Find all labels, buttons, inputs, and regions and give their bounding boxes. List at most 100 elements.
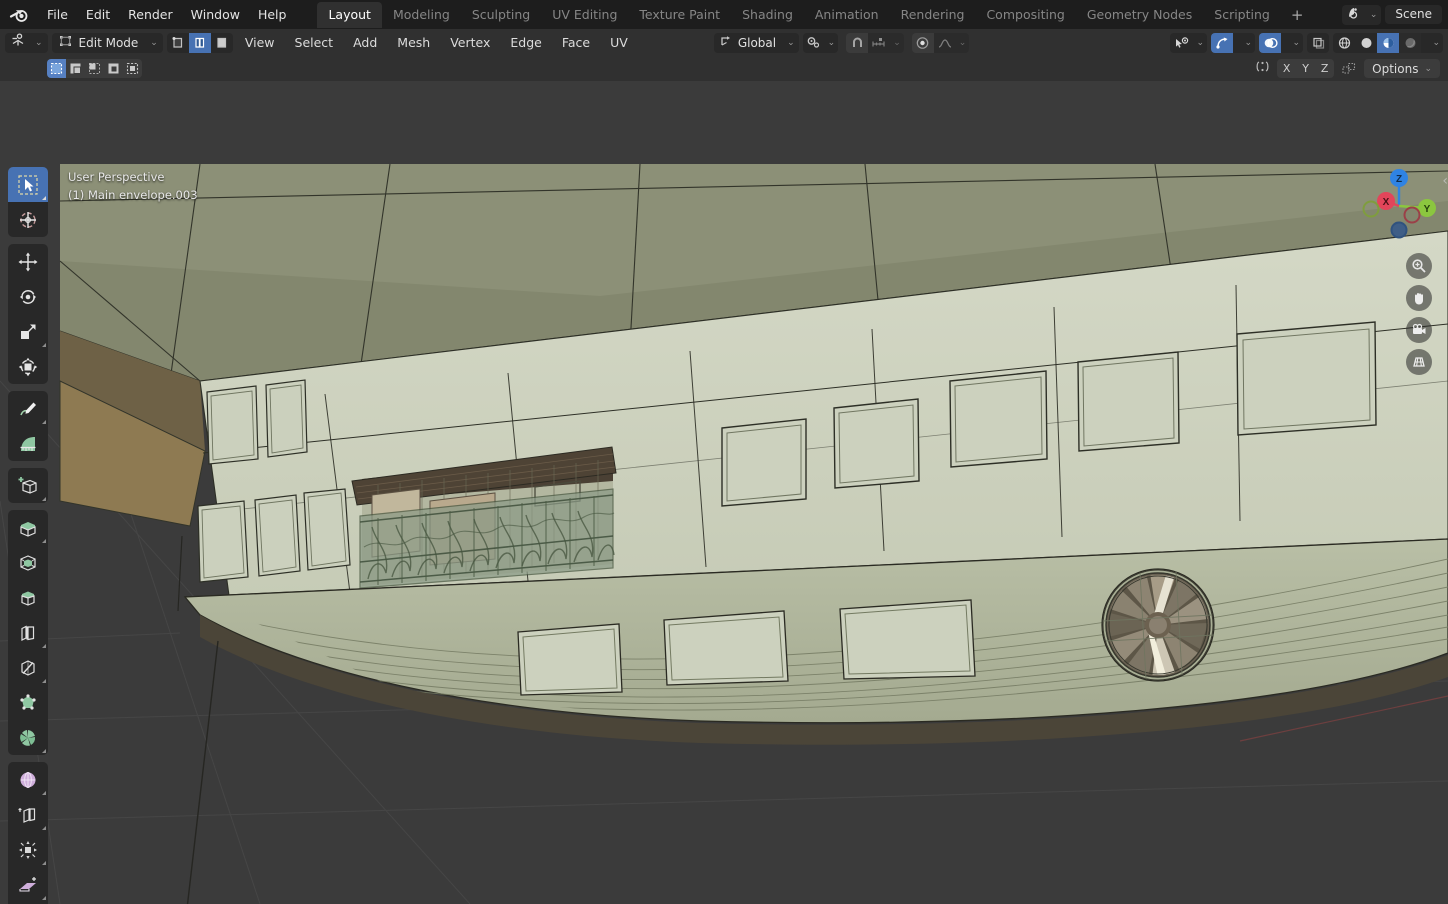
proportional-falloff-selector[interactable]: ⌄	[933, 32, 970, 53]
tool-move[interactable]	[8, 244, 48, 279]
menu-add[interactable]: Add	[345, 32, 385, 53]
snap-target-selector[interactable]: ⌄	[868, 32, 904, 53]
edge-select-mode-button[interactable]	[188, 32, 211, 53]
tool-measure[interactable]	[8, 426, 48, 461]
shading-rendered-button[interactable]	[1399, 32, 1421, 53]
tab-sculpting[interactable]: Sculpting	[461, 2, 541, 28]
tool-loop-cut[interactable]	[8, 615, 48, 650]
sidebar-toggle-icon[interactable]: ‹	[1442, 173, 1448, 189]
tool-cursor[interactable]	[8, 202, 48, 237]
move-view-button[interactable]	[1406, 285, 1432, 311]
proportional-editing-toggle[interactable]	[911, 32, 934, 53]
camera-view-button[interactable]	[1406, 317, 1432, 343]
shading-solid-button[interactable]	[1355, 32, 1377, 53]
pivot-point-selector[interactable]: ⌄	[802, 32, 839, 53]
chevron-down-icon: ⌄	[1369, 9, 1378, 20]
tool-group-transform	[8, 244, 48, 384]
select-mode-group	[47, 59, 142, 78]
tool-add-cube[interactable]	[8, 468, 48, 503]
3d-viewport[interactable]: User Perspective (1) Main envelope.003 Z…	[0, 81, 1448, 904]
menu-help[interactable]: Help	[249, 4, 296, 25]
tool-extrude-region[interactable]	[8, 510, 48, 545]
tab-layout[interactable]: Layout	[317, 1, 382, 28]
navigation-gizmo[interactable]: Z X Y	[1358, 165, 1436, 243]
tool-shrink-fatten[interactable]	[8, 832, 48, 867]
shading-material-preview-button[interactable]	[1377, 32, 1399, 53]
interaction-mode-selector[interactable]: Edit Mode ⌄	[51, 32, 163, 53]
tool-transform[interactable]	[8, 349, 48, 384]
uv-mirror-icon[interactable]	[1336, 61, 1362, 76]
menu-mesh[interactable]: Mesh	[389, 32, 438, 53]
menu-edit[interactable]: Edit	[77, 4, 119, 25]
zoom-view-button[interactable]	[1406, 253, 1432, 279]
tab-geometry-nodes[interactable]: Geometry Nodes	[1076, 2, 1203, 28]
scene-name-field[interactable]: Scene	[1385, 5, 1442, 24]
menu-file[interactable]: File	[38, 4, 77, 25]
menu-edge[interactable]: Edge	[502, 32, 549, 53]
mirror-axis-y[interactable]: Y	[1296, 59, 1316, 78]
tool-inset-faces[interactable]	[8, 545, 48, 580]
chevron-down-icon: ⌄	[150, 37, 158, 48]
shading-options-dropdown[interactable]: ⌄	[1421, 32, 1443, 53]
tab-uv-editing[interactable]: UV Editing	[541, 2, 628, 28]
select-intersect-button[interactable]	[123, 59, 142, 78]
tool-rotate[interactable]	[8, 279, 48, 314]
tab-modeling[interactable]: Modeling	[382, 2, 461, 28]
tool-group-deform	[8, 762, 48, 904]
overlays-toggle-button[interactable]	[1259, 32, 1281, 53]
menu-face[interactable]: Face	[554, 32, 598, 53]
mirror-axis-z[interactable]: Z	[1315, 59, 1335, 78]
shading-wireframe-button[interactable]	[1333, 32, 1355, 53]
snap-toggle-button[interactable]	[846, 32, 869, 53]
tool-tweak[interactable]	[8, 167, 48, 202]
tool-poly-build[interactable]	[8, 685, 48, 720]
menu-vertex[interactable]: Vertex	[442, 32, 498, 53]
top-menu-bar: File Edit Render Window Help Layout Mode…	[0, 0, 1448, 29]
tool-annotate[interactable]	[8, 391, 48, 426]
tool-edge-slide[interactable]	[8, 797, 48, 832]
editor-type-selector[interactable]: ⌄	[5, 32, 48, 53]
select-invert-button[interactable]	[104, 59, 123, 78]
menu-select[interactable]: Select	[287, 32, 342, 53]
transform-orientation-selector[interactable]: Global ⌄	[713, 32, 799, 53]
chevron-down-icon: ⌄	[1424, 63, 1432, 74]
menu-view[interactable]: View	[237, 32, 283, 53]
tab-compositing[interactable]: Compositing	[975, 2, 1075, 28]
menu-uv[interactable]: UV	[602, 32, 636, 53]
tool-spin[interactable]	[8, 720, 48, 755]
tab-animation[interactable]: Animation	[804, 2, 890, 28]
tool-scale[interactable]	[8, 314, 48, 349]
toggle-perspective-button[interactable]	[1406, 349, 1432, 375]
tab-texture-paint[interactable]: Texture Paint	[628, 2, 731, 28]
visibility-filter-selector[interactable]: ⌄	[1170, 32, 1207, 53]
tool-bevel[interactable]	[8, 580, 48, 615]
tab-scripting[interactable]: Scripting	[1203, 2, 1281, 28]
select-extend-button[interactable]	[66, 59, 85, 78]
chevron-down-icon: ⌄	[35, 37, 43, 48]
gizmo-options-dropdown[interactable]: ⌄	[1233, 32, 1255, 53]
xray-toggle-button[interactable]	[1307, 32, 1329, 53]
tool-group-add	[8, 468, 48, 503]
edit-mode-icon	[58, 33, 73, 52]
tool-smooth[interactable]	[8, 762, 48, 797]
gizmo-toggle-button[interactable]	[1211, 32, 1233, 53]
add-workspace-button[interactable]: +	[1281, 4, 1314, 26]
tool-knife[interactable]	[8, 650, 48, 685]
tab-rendering[interactable]: Rendering	[890, 2, 976, 28]
mirror-axis-x[interactable]: X	[1277, 59, 1297, 78]
vertex-select-mode-button[interactable]	[166, 32, 189, 53]
menu-window[interactable]: Window	[182, 4, 249, 25]
overlays-options-dropdown[interactable]: ⌄	[1281, 32, 1303, 53]
select-subtract-button[interactable]	[85, 59, 104, 78]
menu-render[interactable]: Render	[119, 4, 182, 25]
editor-type-3dview-icon	[10, 33, 26, 52]
svg-text:Z: Z	[1396, 174, 1402, 185]
select-set-button[interactable]	[47, 59, 66, 78]
scene-datablock-selector[interactable]: ⌄	[1341, 4, 1382, 25]
tab-shading[interactable]: Shading	[731, 2, 804, 28]
tool-shear[interactable]	[8, 867, 48, 902]
blender-logo-icon[interactable]	[6, 5, 32, 25]
chevron-down-icon: ⌄	[827, 37, 836, 48]
face-select-mode-button[interactable]	[210, 32, 233, 53]
options-dropdown-button[interactable]: Options ⌄	[1364, 59, 1440, 78]
